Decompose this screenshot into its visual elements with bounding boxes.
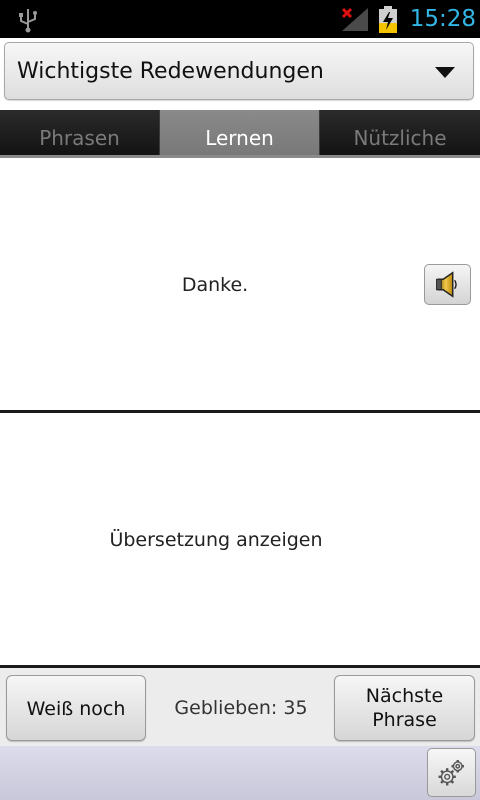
tab-lernen[interactable]: Lernen [160,110,320,158]
gear-icon [438,760,464,786]
know-button[interactable]: Weiß noch [6,675,146,741]
settings-button[interactable] [427,748,476,797]
remaining-count: Geblieben: 35 [174,697,308,719]
divider [0,410,480,413]
category-spinner-label: Wichtigste Redewendungen [17,59,324,84]
status-bar: 15:28 [0,0,480,38]
category-spinner[interactable]: Wichtigste Redewendungen [4,42,474,100]
tab-bar: Phrasen Lernen Nützliche Wörter [0,110,480,206]
speaker-icon [436,271,457,298]
dropdown-arrow-icon [435,67,455,78]
signal-no-connection-icon [341,7,368,31]
clock: 15:28 [409,6,476,32]
play-sound-button[interactable] [424,264,471,305]
show-translation-button[interactable]: Übersetzung anzeigen [0,525,432,555]
tab-nuetzliche-woerter[interactable]: Nützliche Wörter [320,110,480,206]
footer-bar [0,746,480,800]
next-phrase-button[interactable]: Nächste Phrase [334,675,475,741]
phrase-text: Danke. [181,274,249,296]
battery-charging-icon [379,6,397,33]
usb-icon [19,9,37,33]
tab-phrasen[interactable]: Phrasen [0,110,160,158]
